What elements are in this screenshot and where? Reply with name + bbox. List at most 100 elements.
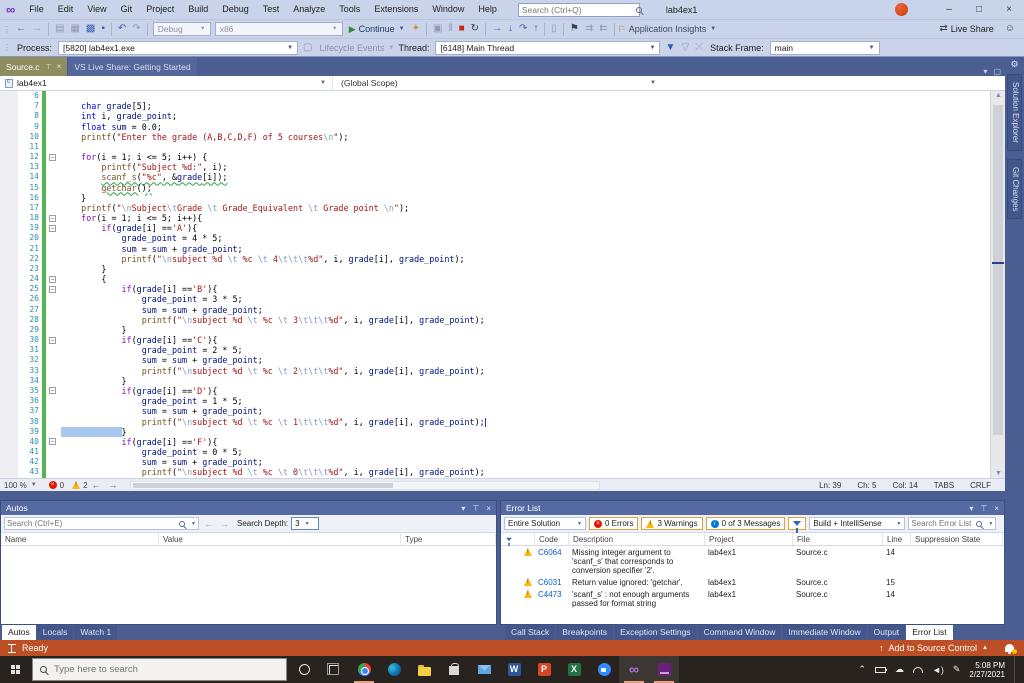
redo-icon[interactable]: ↷: [129, 20, 143, 38]
panel-tab-error-list[interactable]: Error List: [906, 625, 952, 640]
onedrive-cloud-icon[interactable]: ☁: [895, 664, 904, 675]
editor-horizontal-scrollbar[interactable]: [130, 481, 600, 490]
code-line[interactable]: 37 sum = sum + grade_point;: [0, 406, 990, 416]
wifi-icon[interactable]: [913, 667, 923, 673]
hot-reload-icon[interactable]: ✦: [409, 20, 423, 38]
fold-margin[interactable]: [46, 427, 59, 437]
undo-icon[interactable]: ↶: [115, 20, 129, 38]
menu-extensions[interactable]: Extensions: [367, 0, 425, 19]
start-button[interactable]: [0, 656, 30, 683]
error-column-description[interactable]: Description: [569, 533, 705, 545]
code-line[interactable]: 14 scanf_s("%c", &grade[i]);: [0, 172, 990, 182]
autos-search-input[interactable]: [7, 519, 179, 528]
error-column-code[interactable]: Code: [535, 533, 569, 545]
close-icon[interactable]: ×: [486, 504, 491, 513]
indent-icon[interactable]: ⇉: [582, 20, 596, 38]
breakpoint-margin[interactable]: [0, 396, 18, 406]
mail-button[interactable]: [469, 656, 499, 683]
collapse-icon[interactable]: −: [49, 215, 56, 222]
process-dropdown[interactable]: [5820] lab4ex1.exe▼: [58, 41, 298, 55]
breakpoint-margin[interactable]: [0, 325, 18, 335]
restore-button[interactable]: □: [964, 0, 994, 19]
code-line[interactable]: 20 grade_point = 4 * 5;: [0, 233, 990, 243]
errors-filter-button[interactable]: × 0 Errors: [589, 517, 638, 530]
quick-search-input[interactable]: [519, 5, 636, 15]
menu-tools[interactable]: Tools: [332, 0, 367, 19]
show-desktop-button[interactable]: [1014, 656, 1018, 683]
taskbar-search-input[interactable]: [54, 664, 234, 675]
autos-body[interactable]: [1, 546, 496, 624]
breakpoint-margin[interactable]: [0, 386, 18, 396]
store-button[interactable]: [439, 656, 469, 683]
purple-app-button[interactable]: [649, 656, 679, 683]
zoom-dropdown-icon[interactable]: ▼: [31, 482, 41, 488]
scope-dropdown[interactable]: (Global Scope) ▼: [332, 76, 662, 90]
menu-view[interactable]: View: [80, 0, 113, 19]
menu-test[interactable]: Test: [256, 0, 287, 19]
code-line[interactable]: 38 printf("\nsubject %d \t %c \t 1\t\t\t…: [0, 417, 990, 427]
fold-margin[interactable]: [46, 315, 59, 325]
code-line[interactable]: 13 printf("Subject %d:", i);: [0, 162, 990, 172]
code-line[interactable]: 10 printf("Enter the grade (A,B,C,D,F) o…: [0, 132, 990, 142]
breakpoint-margin[interactable]: [0, 91, 18, 101]
build-intellisense-dropdown[interactable]: Build + IntelliSense▼: [809, 517, 905, 530]
project-dropdown[interactable]: lab4ex1 ▼: [0, 76, 332, 90]
back-icon[interactable]: ←: [202, 519, 215, 529]
tray-expand-icon[interactable]: ⌃: [858, 664, 866, 675]
fold-margin[interactable]: [46, 183, 59, 193]
volume-icon[interactable]: ◄): [932, 665, 944, 675]
scroll-up-icon[interactable]: ▲: [991, 92, 1005, 99]
collapse-icon[interactable]: −: [49, 337, 56, 344]
filter-threads-icon[interactable]: ▼: [662, 39, 678, 57]
close-button[interactable]: ×: [994, 0, 1024, 19]
menu-git[interactable]: Git: [114, 0, 140, 19]
fold-margin[interactable]: [46, 396, 59, 406]
application-insights-dropdown[interactable]: ⚐ Application Insights ▼: [618, 24, 717, 35]
menu-help[interactable]: Help: [471, 0, 504, 19]
add-to-source-control-button[interactable]: Add to Source Control: [888, 643, 977, 653]
restart-icon[interactable]: ↻: [468, 20, 482, 38]
save-icon[interactable]: ▩: [83, 20, 98, 38]
code-line[interactable]: 30− if(grade[i] =='C'){: [0, 335, 990, 345]
fold-margin[interactable]: [46, 355, 59, 365]
show-next-statement-icon[interactable]: →: [489, 20, 505, 38]
code-line[interactable]: 25− if(grade[i] =='B'){: [0, 284, 990, 294]
stop-icon[interactable]: ■: [456, 20, 468, 38]
collapse-icon[interactable]: −: [49, 154, 56, 161]
menu-window[interactable]: Window: [425, 0, 471, 19]
breakpoint-margin[interactable]: [0, 437, 18, 447]
breakpoint-margin[interactable]: [0, 233, 18, 243]
chrome-button[interactable]: [349, 656, 379, 683]
messages-filter-button[interactable]: i 0 of 3 Messages: [706, 517, 786, 530]
code-line[interactable]: 39 }: [0, 427, 990, 437]
scrollbar-thumb[interactable]: [993, 105, 1003, 435]
menu-analyze[interactable]: Analyze: [286, 0, 332, 19]
code-line[interactable]: 32 sum = sum + grade_point;: [0, 355, 990, 365]
code-line[interactable]: 11: [0, 142, 990, 152]
navigate-back-icon[interactable]: ←: [13, 20, 29, 38]
autos-column-type[interactable]: Type: [401, 533, 496, 545]
code-line[interactable]: 19− if(grade[i] =='A'){: [0, 223, 990, 233]
code-line[interactable]: 16 }: [0, 193, 990, 203]
new-project-icon[interactable]: ▤: [52, 20, 67, 38]
error-list-title-bar[interactable]: Error List ▾ ⊤ ×: [501, 501, 1004, 515]
fold-margin[interactable]: [46, 162, 59, 172]
solution-config-dropdown[interactable]: Debug▼: [153, 22, 211, 36]
code-line[interactable]: 27 sum = sum + grade_point;: [0, 305, 990, 315]
excel-button[interactable]: X: [559, 656, 589, 683]
fold-margin[interactable]: [46, 193, 59, 203]
filter-flagged-icon[interactable]: ▽: [678, 39, 692, 57]
code-line[interactable]: 29 }: [0, 325, 990, 335]
code-line[interactable]: 7 char grade[5];: [0, 101, 990, 111]
fold-margin[interactable]: −: [46, 335, 59, 345]
close-tab-icon[interactable]: ×: [57, 62, 62, 71]
breakpoint-margin[interactable]: [0, 335, 18, 345]
breakpoint-margin[interactable]: [0, 152, 18, 162]
breakpoint-margin[interactable]: [0, 355, 18, 365]
collapse-icon[interactable]: −: [49, 286, 56, 293]
forward-icon[interactable]: →: [218, 519, 231, 529]
code-line[interactable]: 22 printf("\nsubject %d \t %c \t 4\t\t\t…: [0, 254, 990, 264]
fold-margin[interactable]: [46, 447, 59, 457]
fold-margin[interactable]: [46, 254, 59, 264]
source-control-caret-icon[interactable]: ▲: [982, 645, 988, 651]
